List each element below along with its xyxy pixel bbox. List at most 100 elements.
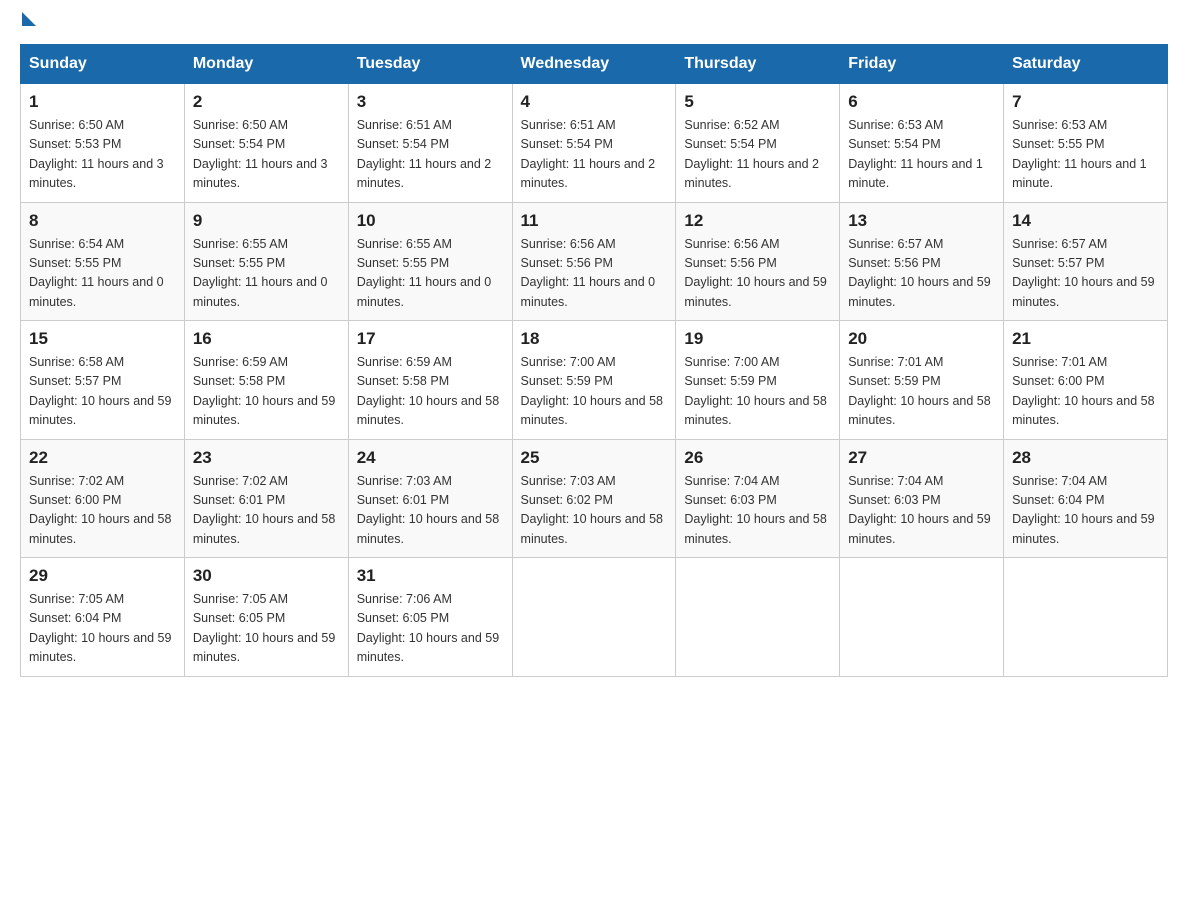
day-number: 11 [521, 211, 668, 231]
calendar-week-row: 22 Sunrise: 7:02 AM Sunset: 6:00 PM Dayl… [21, 439, 1168, 558]
day-info: Sunrise: 6:58 AM Sunset: 5:57 PM Dayligh… [29, 353, 176, 431]
calendar-cell: 25 Sunrise: 7:03 AM Sunset: 6:02 PM Dayl… [512, 439, 676, 558]
day-number: 8 [29, 211, 176, 231]
day-info: Sunrise: 6:54 AM Sunset: 5:55 PM Dayligh… [29, 235, 176, 313]
page-header [20, 20, 1168, 24]
day-number: 2 [193, 92, 340, 112]
calendar-cell: 6 Sunrise: 6:53 AM Sunset: 5:54 PM Dayli… [840, 84, 1004, 203]
day-number: 27 [848, 448, 995, 468]
calendar-cell: 29 Sunrise: 7:05 AM Sunset: 6:04 PM Dayl… [21, 558, 185, 677]
day-number: 28 [1012, 448, 1159, 468]
day-info: Sunrise: 7:02 AM Sunset: 6:00 PM Dayligh… [29, 472, 176, 550]
day-info: Sunrise: 7:04 AM Sunset: 6:04 PM Dayligh… [1012, 472, 1159, 550]
calendar-cell [512, 558, 676, 677]
calendar-cell [840, 558, 1004, 677]
day-info: Sunrise: 7:01 AM Sunset: 6:00 PM Dayligh… [1012, 353, 1159, 431]
calendar-cell: 7 Sunrise: 6:53 AM Sunset: 5:55 PM Dayli… [1004, 84, 1168, 203]
calendar-cell: 10 Sunrise: 6:55 AM Sunset: 5:55 PM Dayl… [348, 202, 512, 321]
day-number: 6 [848, 92, 995, 112]
day-number: 10 [357, 211, 504, 231]
day-info: Sunrise: 7:03 AM Sunset: 6:01 PM Dayligh… [357, 472, 504, 550]
day-info: Sunrise: 7:06 AM Sunset: 6:05 PM Dayligh… [357, 590, 504, 668]
day-number: 1 [29, 92, 176, 112]
day-info: Sunrise: 6:50 AM Sunset: 5:53 PM Dayligh… [29, 116, 176, 194]
calendar-cell: 18 Sunrise: 7:00 AM Sunset: 5:59 PM Dayl… [512, 321, 676, 440]
day-info: Sunrise: 6:51 AM Sunset: 5:54 PM Dayligh… [357, 116, 504, 194]
day-number: 17 [357, 329, 504, 349]
calendar-cell: 19 Sunrise: 7:00 AM Sunset: 5:59 PM Dayl… [676, 321, 840, 440]
day-number: 25 [521, 448, 668, 468]
calendar-week-row: 29 Sunrise: 7:05 AM Sunset: 6:04 PM Dayl… [21, 558, 1168, 677]
calendar-cell: 12 Sunrise: 6:56 AM Sunset: 5:56 PM Dayl… [676, 202, 840, 321]
day-info: Sunrise: 7:01 AM Sunset: 5:59 PM Dayligh… [848, 353, 995, 431]
day-info: Sunrise: 7:00 AM Sunset: 5:59 PM Dayligh… [521, 353, 668, 431]
calendar-cell [676, 558, 840, 677]
day-info: Sunrise: 7:04 AM Sunset: 6:03 PM Dayligh… [684, 472, 831, 550]
day-info: Sunrise: 6:57 AM Sunset: 5:57 PM Dayligh… [1012, 235, 1159, 313]
day-info: Sunrise: 6:53 AM Sunset: 5:54 PM Dayligh… [848, 116, 995, 194]
calendar-cell: 16 Sunrise: 6:59 AM Sunset: 5:58 PM Dayl… [184, 321, 348, 440]
day-info: Sunrise: 6:51 AM Sunset: 5:54 PM Dayligh… [521, 116, 668, 194]
calendar-cell: 9 Sunrise: 6:55 AM Sunset: 5:55 PM Dayli… [184, 202, 348, 321]
day-number: 18 [521, 329, 668, 349]
calendar-cell: 5 Sunrise: 6:52 AM Sunset: 5:54 PM Dayli… [676, 84, 840, 203]
day-info: Sunrise: 7:05 AM Sunset: 6:05 PM Dayligh… [193, 590, 340, 668]
logo [20, 20, 36, 22]
day-number: 12 [684, 211, 831, 231]
day-number: 5 [684, 92, 831, 112]
day-number: 4 [521, 92, 668, 112]
calendar-week-row: 15 Sunrise: 6:58 AM Sunset: 5:57 PM Dayl… [21, 321, 1168, 440]
calendar-cell: 13 Sunrise: 6:57 AM Sunset: 5:56 PM Dayl… [840, 202, 1004, 321]
calendar-week-row: 8 Sunrise: 6:54 AM Sunset: 5:55 PM Dayli… [21, 202, 1168, 321]
day-info: Sunrise: 7:03 AM Sunset: 6:02 PM Dayligh… [521, 472, 668, 550]
day-info: Sunrise: 6:53 AM Sunset: 5:55 PM Dayligh… [1012, 116, 1159, 194]
calendar-header-sunday: Sunday [21, 45, 185, 84]
day-number: 20 [848, 329, 995, 349]
day-number: 30 [193, 566, 340, 586]
day-number: 19 [684, 329, 831, 349]
calendar-header-row: SundayMondayTuesdayWednesdayThursdayFrid… [21, 45, 1168, 84]
calendar-cell: 24 Sunrise: 7:03 AM Sunset: 6:01 PM Dayl… [348, 439, 512, 558]
day-number: 22 [29, 448, 176, 468]
day-info: Sunrise: 6:56 AM Sunset: 5:56 PM Dayligh… [684, 235, 831, 313]
day-number: 21 [1012, 329, 1159, 349]
calendar-header-thursday: Thursday [676, 45, 840, 84]
calendar-header-friday: Friday [840, 45, 1004, 84]
day-info: Sunrise: 7:02 AM Sunset: 6:01 PM Dayligh… [193, 472, 340, 550]
day-number: 13 [848, 211, 995, 231]
day-info: Sunrise: 6:57 AM Sunset: 5:56 PM Dayligh… [848, 235, 995, 313]
calendar-cell: 26 Sunrise: 7:04 AM Sunset: 6:03 PM Dayl… [676, 439, 840, 558]
day-info: Sunrise: 6:52 AM Sunset: 5:54 PM Dayligh… [684, 116, 831, 194]
calendar-cell: 30 Sunrise: 7:05 AM Sunset: 6:05 PM Dayl… [184, 558, 348, 677]
calendar-cell: 8 Sunrise: 6:54 AM Sunset: 5:55 PM Dayli… [21, 202, 185, 321]
calendar-cell: 3 Sunrise: 6:51 AM Sunset: 5:54 PM Dayli… [348, 84, 512, 203]
day-number: 24 [357, 448, 504, 468]
logo-triangle-icon [22, 12, 36, 26]
day-number: 9 [193, 211, 340, 231]
calendar-cell: 15 Sunrise: 6:58 AM Sunset: 5:57 PM Dayl… [21, 321, 185, 440]
day-info: Sunrise: 6:50 AM Sunset: 5:54 PM Dayligh… [193, 116, 340, 194]
calendar-cell: 17 Sunrise: 6:59 AM Sunset: 5:58 PM Dayl… [348, 321, 512, 440]
day-info: Sunrise: 6:55 AM Sunset: 5:55 PM Dayligh… [357, 235, 504, 313]
day-number: 26 [684, 448, 831, 468]
calendar-header-wednesday: Wednesday [512, 45, 676, 84]
day-number: 29 [29, 566, 176, 586]
day-info: Sunrise: 6:55 AM Sunset: 5:55 PM Dayligh… [193, 235, 340, 313]
calendar-header-tuesday: Tuesday [348, 45, 512, 84]
calendar-cell: 11 Sunrise: 6:56 AM Sunset: 5:56 PM Dayl… [512, 202, 676, 321]
calendar-cell: 22 Sunrise: 7:02 AM Sunset: 6:00 PM Dayl… [21, 439, 185, 558]
calendar-cell: 21 Sunrise: 7:01 AM Sunset: 6:00 PM Dayl… [1004, 321, 1168, 440]
calendar-cell: 1 Sunrise: 6:50 AM Sunset: 5:53 PM Dayli… [21, 84, 185, 203]
day-number: 7 [1012, 92, 1159, 112]
calendar-cell [1004, 558, 1168, 677]
calendar-cell: 4 Sunrise: 6:51 AM Sunset: 5:54 PM Dayli… [512, 84, 676, 203]
calendar-table: SundayMondayTuesdayWednesdayThursdayFrid… [20, 44, 1168, 677]
calendar-cell: 28 Sunrise: 7:04 AM Sunset: 6:04 PM Dayl… [1004, 439, 1168, 558]
day-number: 31 [357, 566, 504, 586]
calendar-cell: 23 Sunrise: 7:02 AM Sunset: 6:01 PM Dayl… [184, 439, 348, 558]
day-info: Sunrise: 7:04 AM Sunset: 6:03 PM Dayligh… [848, 472, 995, 550]
calendar-header-monday: Monday [184, 45, 348, 84]
calendar-cell: 20 Sunrise: 7:01 AM Sunset: 5:59 PM Dayl… [840, 321, 1004, 440]
calendar-cell: 27 Sunrise: 7:04 AM Sunset: 6:03 PM Dayl… [840, 439, 1004, 558]
day-number: 15 [29, 329, 176, 349]
